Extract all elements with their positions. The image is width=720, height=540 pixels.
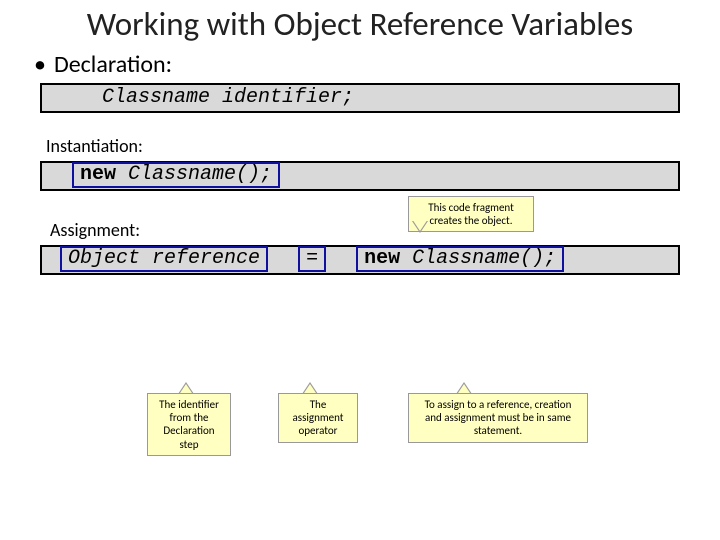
declaration-code-bar: Classname identifier; [40, 83, 680, 113]
bullet-dot-icon: • [34, 50, 46, 79]
callout-same-statement: To assign to a reference, creation and a… [408, 393, 588, 443]
page-title: Working with Object Reference Variables [0, 0, 720, 50]
callout-identifier: The identifier from the Declaration step [147, 393, 231, 456]
instantiation-highlight-box: new Classname(); [72, 162, 280, 188]
callout-tail-icon [412, 219, 428, 231]
declaration-code: Classname identifier; [102, 86, 354, 109]
declaration-heading: • Declaration: [0, 50, 720, 79]
instantiation-label: Instantiation: [46, 135, 720, 157]
object-reference-box: Object reference [60, 246, 268, 272]
assignment-code-bar: Object reference = new Classname(); [40, 245, 680, 275]
instantiation-call: Classname(); [116, 163, 272, 186]
declaration-label: Declaration: [54, 50, 172, 79]
callout-operator: The assignment operator [278, 393, 358, 443]
assignment-call: Classname(); [400, 247, 556, 270]
equals-box: = [298, 246, 326, 272]
instantiation-code-bar: new Classname(); [40, 161, 680, 191]
assignment-label: Assignment: [50, 219, 720, 241]
new-keyword-2: new [364, 247, 400, 270]
new-classname-box: new Classname(); [356, 246, 564, 272]
new-keyword: new [80, 163, 116, 186]
